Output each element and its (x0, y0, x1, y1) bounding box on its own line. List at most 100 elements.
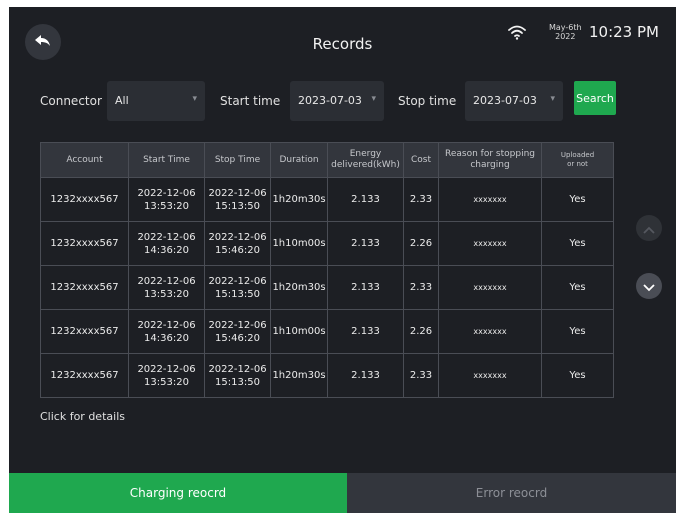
cell-start-date: 2022-12-06 (137, 319, 196, 331)
stop-time-value: 2023-07-03 (473, 94, 537, 107)
cell-start-time: 2022-12-06 13:53:20 (128, 353, 205, 398)
tab-error-record[interactable]: Error reocrd (347, 473, 676, 513)
cell-start-clock: 13:53:20 (144, 200, 189, 212)
cell-reason: xxxxxxx (438, 309, 542, 354)
cell-cost: 2.26 (403, 309, 439, 354)
records-table: Account Start Time Stop Time Duration En… (40, 142, 614, 398)
header-duration: Duration (270, 142, 328, 178)
start-time-label: Start time (220, 94, 281, 108)
stop-time-label: Stop time (398, 94, 457, 108)
header-reason-line2: charging (470, 160, 510, 170)
cell-account: 1232xxxx567 (40, 221, 129, 266)
header-uploaded: Uploaded or not (541, 142, 614, 178)
cell-account: 1232xxxx567 (40, 309, 129, 354)
search-button[interactable]: Search (574, 81, 616, 115)
header-start-time: Start Time (128, 142, 205, 178)
cell-start-time: 2022-12-06 14:36:20 (128, 221, 205, 266)
cell-stop-date: 2022-12-06 (208, 231, 267, 243)
cell-uploaded: Yes (541, 353, 614, 398)
cell-start-clock: 14:36:20 (144, 244, 189, 256)
status-date: May-6th 2022 (549, 23, 582, 41)
connector-value: All (115, 94, 129, 107)
table-row[interactable]: 1232xxxx567 2022-12-06 13:53:20 2022-12-0… (40, 177, 614, 222)
connector-label: Connector (40, 94, 102, 108)
table-row[interactable]: 1232xxxx567 2022-12-06 14:36:20 2022-12-0… (40, 221, 614, 266)
cell-uploaded: Yes (541, 265, 614, 310)
start-time-select[interactable]: 2023-07-03 ▾ (290, 81, 384, 121)
cell-duration: 1h20m30s (270, 265, 328, 310)
cell-stop-time: 2022-12-06 15:13:50 (204, 353, 271, 398)
cell-uploaded: Yes (541, 177, 614, 222)
caret-down-icon: ▾ (371, 94, 376, 104)
cell-start-clock: 13:53:20 (144, 288, 189, 300)
caret-down-icon: ▾ (192, 94, 197, 104)
cell-energy: 2.133 (327, 309, 404, 354)
caret-down-icon: ▾ (550, 94, 555, 104)
connector-select[interactable]: All ▾ (107, 81, 205, 121)
scroll-up-button[interactable] (636, 215, 662, 241)
cell-cost: 2.33 (403, 177, 439, 222)
cell-stop-time: 2022-12-06 15:46:20 (204, 309, 271, 354)
wifi-icon (507, 24, 527, 44)
cell-reason: xxxxxxx (438, 265, 542, 310)
scroll-down-button[interactable] (636, 273, 662, 299)
chevron-up-icon (643, 219, 655, 238)
cell-stop-date: 2022-12-06 (208, 363, 267, 375)
cell-stop-time: 2022-12-06 15:46:20 (204, 221, 271, 266)
cell-cost: 2.33 (403, 353, 439, 398)
cell-energy: 2.133 (327, 265, 404, 310)
header-energy-line2: delivered(kWh) (331, 160, 400, 170)
cell-duration: 1h10m00s (270, 309, 328, 354)
cell-duration: 1h20m30s (270, 177, 328, 222)
cell-energy: 2.133 (327, 221, 404, 266)
table-row[interactable]: 1232xxxx567 2022-12-06 14:36:20 2022-12-0… (40, 309, 614, 354)
table-row[interactable]: 1232xxxx567 2022-12-06 13:53:20 2022-12-0… (40, 353, 614, 398)
cell-start-date: 2022-12-06 (137, 275, 196, 287)
cell-energy: 2.133 (327, 177, 404, 222)
header-account: Account (40, 142, 129, 178)
header-cost: Cost (403, 142, 439, 178)
cell-reason: xxxxxxx (438, 221, 542, 266)
header-stop-time: Stop Time (204, 142, 271, 178)
stop-time-select[interactable]: 2023-07-03 ▾ (465, 81, 563, 121)
cell-start-clock: 14:36:20 (144, 332, 189, 344)
table-header-row: Account Start Time Stop Time Duration En… (40, 142, 614, 178)
cell-stop-clock: 15:46:20 (215, 332, 260, 344)
cell-account: 1232xxxx567 (40, 353, 129, 398)
cell-stop-date: 2022-12-06 (208, 275, 267, 287)
cell-duration: 1h20m30s (270, 353, 328, 398)
cell-account: 1232xxxx567 (40, 265, 129, 310)
cell-start-date: 2022-12-06 (137, 187, 196, 199)
cell-start-date: 2022-12-06 (137, 363, 196, 375)
cell-start-time: 2022-12-06 13:53:20 (128, 265, 205, 310)
cell-account: 1232xxxx567 (40, 177, 129, 222)
cell-reason: xxxxxxx (438, 177, 542, 222)
cell-start-date: 2022-12-06 (137, 231, 196, 243)
table-row[interactable]: 1232xxxx567 2022-12-06 13:53:20 2022-12-0… (40, 265, 614, 310)
cell-stop-clock: 15:13:50 (215, 288, 260, 300)
cell-duration: 1h10m00s (270, 221, 328, 266)
chevron-down-icon (643, 277, 655, 296)
header-reason: Reason for stopping charging (438, 142, 542, 178)
cell-stop-clock: 15:13:50 (215, 200, 260, 212)
header-uploaded-line2: or not (567, 160, 588, 168)
cell-energy: 2.133 (327, 353, 404, 398)
cell-stop-time: 2022-12-06 15:13:50 (204, 177, 271, 222)
header-energy-line1: Energy (349, 149, 382, 159)
header-energy: Energy delivered(kWh) (327, 142, 404, 178)
cell-start-time: 2022-12-06 13:53:20 (128, 177, 205, 222)
tab-charging-record[interactable]: Charging reocrd (9, 473, 347, 513)
date-month: May-6th (549, 23, 582, 32)
cell-uploaded: Yes (541, 309, 614, 354)
cell-start-clock: 13:53:20 (144, 376, 189, 388)
date-year: 2022 (555, 32, 576, 41)
header-reason-line1: Reason for stopping (445, 149, 535, 159)
cell-stop-date: 2022-12-06 (208, 319, 267, 331)
cell-stop-date: 2022-12-06 (208, 187, 267, 199)
status-time: 10:23 PM (589, 23, 659, 41)
cell-stop-clock: 15:46:20 (215, 244, 260, 256)
click-for-details-hint: Click for details (40, 410, 125, 423)
cell-reason: xxxxxxx (438, 353, 542, 398)
start-time-value: 2023-07-03 (298, 94, 362, 107)
cell-cost: 2.26 (403, 221, 439, 266)
